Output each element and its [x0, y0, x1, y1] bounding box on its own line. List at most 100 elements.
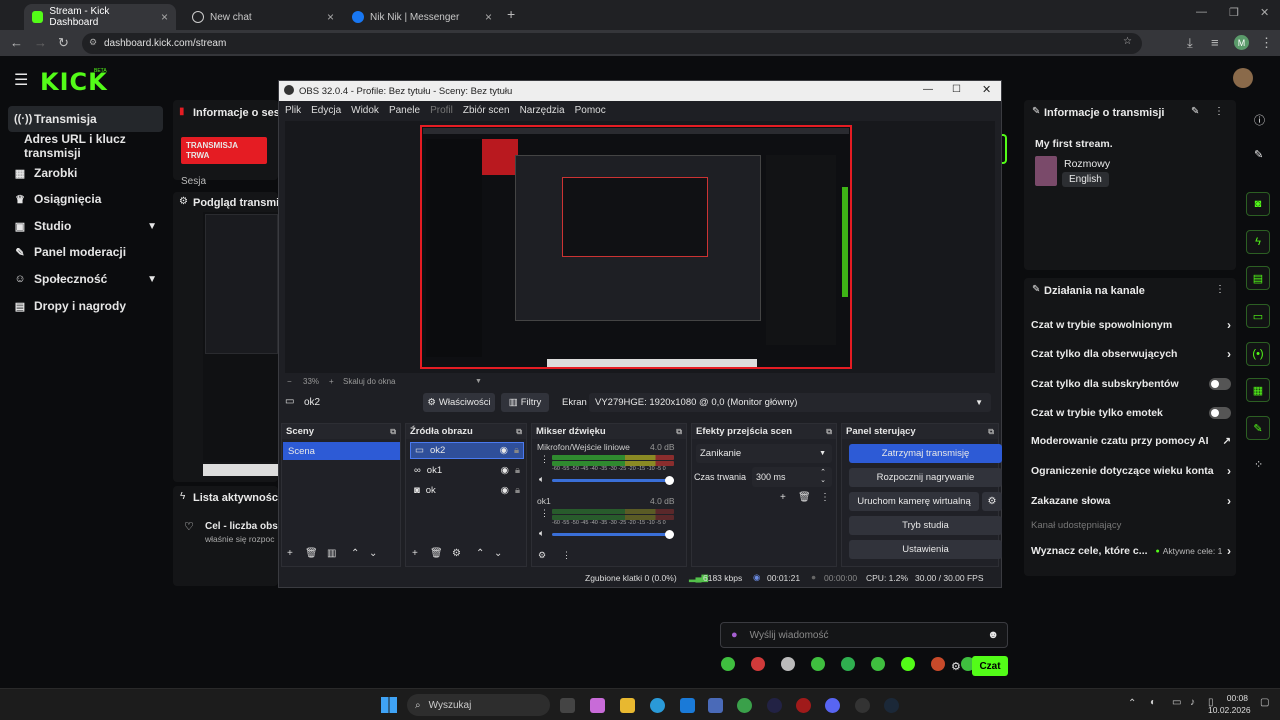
- action-age-restriction[interactable]: Ograniczenie dotyczące wieku konta ›: [1031, 461, 1231, 481]
- trash-icon[interactable]: 🗑: [798, 492, 811, 503]
- minimize-icon[interactable]: —: [923, 84, 933, 95]
- copilot-icon[interactable]: [590, 698, 605, 713]
- popout-icon[interactable]: ⧉: [516, 427, 522, 437]
- action-emote-only[interactable]: Czat w trybie tylko emotek: [1031, 403, 1231, 423]
- add-icon[interactable]: +: [780, 492, 786, 503]
- bookmark-star-icon[interactable]: ☆: [1123, 36, 1132, 47]
- zoom-out-icon[interactable]: −: [287, 377, 292, 386]
- action-subscribers-only[interactable]: Czat tylko dla subskrybentów: [1031, 374, 1231, 394]
- spin-arrows-icon[interactable]: ⌃ ⌄: [820, 469, 826, 485]
- rail-tools-button[interactable]: ✎: [1246, 416, 1270, 440]
- trash-icon[interactable]: 🗑: [305, 548, 318, 559]
- microphone-icon[interactable]: ●: [731, 629, 738, 641]
- reload-icon[interactable]: ↻: [58, 35, 69, 51]
- close-window-icon[interactable]: ✕: [1260, 6, 1269, 19]
- emote-icon[interactable]: [721, 657, 735, 671]
- rail-flash-button[interactable]: ϟ: [1246, 230, 1270, 254]
- advanced-audio-icon[interactable]: ⚙: [538, 550, 546, 561]
- sidebar-item-osiagniecia[interactable]: ♛ Osiągnięcia: [8, 186, 163, 212]
- lock-icon[interactable]: 🔒︎: [514, 445, 519, 456]
- arrow-down-icon[interactable]: ⌄: [369, 548, 377, 559]
- apps-icon[interactable]: ⁘: [1254, 458, 1263, 471]
- chrome-icon[interactable]: [737, 698, 752, 713]
- action-banned-words[interactable]: Zakazane słowa ›: [1031, 491, 1231, 511]
- action-ai-moderation[interactable]: Moderowanie czatu przy pomocy AI ↗: [1031, 431, 1231, 451]
- menu-panele[interactable]: Panele: [389, 105, 420, 116]
- arrow-up-icon[interactable]: ⌃: [351, 548, 359, 559]
- chat-input[interactable]: ● Wyślij wiadomość ☻: [720, 622, 1008, 648]
- studio-mode-button[interactable]: Tryb studia: [849, 516, 1002, 535]
- menu-widok[interactable]: Widok: [351, 105, 379, 116]
- emote-icon[interactable]: [931, 657, 945, 671]
- sidebar-item-spolecznosc[interactable]: ☺ Społeczność ▼: [8, 266, 163, 292]
- rail-camera-button[interactable]: ◙: [1246, 192, 1270, 216]
- transition-select[interactable]: Zanikanie ▼: [696, 444, 832, 463]
- user-avatar[interactable]: [1233, 68, 1253, 88]
- speaker-icon[interactable]: 🔈︎: [539, 474, 544, 485]
- file-explorer-icon[interactable]: [620, 698, 635, 713]
- lock-icon[interactable]: 🔒︎: [515, 485, 520, 496]
- download-icon[interactable]: ⤓: [1187, 35, 1193, 51]
- subscribers-only-toggle[interactable]: [1209, 378, 1231, 390]
- obs-preview-screen[interactable]: [420, 125, 852, 369]
- edit-pencil-icon[interactable]: ✎: [1191, 106, 1199, 117]
- action-slow-mode[interactable]: Czat w trybie spowolnionym ›: [1031, 315, 1231, 335]
- forward-icon[interactable]: →: [34, 35, 47, 50]
- store-icon[interactable]: [680, 698, 695, 713]
- category-label[interactable]: Rozmowy: [1064, 158, 1110, 170]
- discord-icon[interactable]: [825, 698, 840, 713]
- screen-select[interactable]: VY279HGE: 1920x1080 @ 0,0 (Monitor główn…: [589, 393, 991, 412]
- rail-broadcast-button[interactable]: (•): [1246, 342, 1270, 366]
- close-tab-icon[interactable]: ×: [161, 10, 168, 24]
- trash-icon[interactable]: 🗑: [430, 548, 443, 559]
- volume-icon[interactable]: ♪: [1190, 697, 1195, 708]
- site-info-icon[interactable]: ⚙: [89, 37, 97, 48]
- tab-kick-dashboard[interactable]: Stream - Kick Dashboard ×: [24, 4, 176, 30]
- filters-button[interactable]: ▥ Filtry: [501, 393, 549, 412]
- emote-icon[interactable]: [811, 657, 825, 671]
- new-tab-icon[interactable]: +: [507, 6, 515, 22]
- arrow-down-icon[interactable]: ⌄: [494, 548, 502, 559]
- sidebar-item-studio[interactable]: ▣ Studio ▼: [8, 213, 163, 239]
- emote-icon[interactable]: [751, 657, 765, 671]
- maximize-icon[interactable]: ☐: [952, 84, 961, 95]
- obs-preview-area[interactable]: [285, 121, 995, 373]
- source-item[interactable]: ∞ ok1 ◉ 🔒︎: [410, 462, 524, 479]
- lock-icon[interactable]: 🔒︎: [515, 465, 520, 476]
- zoom-in-icon[interactable]: +: [329, 377, 334, 386]
- rail-layout-button[interactable]: ▦: [1246, 378, 1270, 402]
- action-followers-only[interactable]: Czat tylko dla obserwujących ›: [1031, 344, 1231, 364]
- emoji-icon[interactable]: ☻: [987, 629, 999, 641]
- tray-app-icon[interactable]: ◐: [1150, 697, 1156, 708]
- app-icon[interactable]: [796, 698, 811, 713]
- maximize-icon[interactable]: ❐: [1229, 6, 1239, 19]
- rail-chat-button[interactable]: ▭: [1246, 304, 1270, 328]
- clock-date[interactable]: 10.02.2026: [1208, 705, 1251, 715]
- add-icon[interactable]: +: [287, 548, 293, 559]
- obs-icon[interactable]: [855, 698, 870, 713]
- minimize-icon[interactable]: —: [1196, 6, 1207, 18]
- more-dots-icon[interactable]: ⋮: [1214, 106, 1224, 117]
- gear-icon[interactable]: ⚙: [452, 548, 461, 559]
- emote-only-toggle[interactable]: [1209, 407, 1231, 419]
- steam-icon[interactable]: [884, 698, 899, 713]
- sidebar-item-transmisja[interactable]: ((·)) Transmisja: [8, 106, 163, 132]
- eye-icon[interactable]: ◉: [501, 465, 509, 476]
- start-virtual-camera-button[interactable]: Uruchom kamerę wirtualną: [849, 492, 979, 511]
- emote-icon[interactable]: [781, 657, 795, 671]
- source-item[interactable]: ▭ ok2 ◉ 🔒︎: [410, 442, 524, 459]
- back-icon[interactable]: ←: [10, 35, 23, 50]
- popout-icon[interactable]: ⧉: [988, 427, 994, 437]
- sidebar-item-zarobki[interactable]: ▦ Zarobki: [8, 160, 163, 186]
- start-recording-button[interactable]: Rozpocznij nagrywanie: [849, 468, 1002, 487]
- rail-list-button[interactable]: ▤: [1246, 266, 1270, 290]
- pencil-icon[interactable]: ✎: [1254, 148, 1263, 161]
- menu-edycja[interactable]: Edycja: [311, 105, 341, 116]
- menu-pomoc[interactable]: Pomoc: [575, 105, 606, 116]
- tray-chevron-icon[interactable]: ⌃: [1128, 698, 1136, 709]
- more-dots-icon[interactable]: ⋮: [540, 454, 549, 465]
- eye-icon[interactable]: ◉: [500, 445, 508, 456]
- menu-profil[interactable]: Profil: [430, 105, 453, 116]
- emote-icon[interactable]: [841, 657, 855, 671]
- menu-plik[interactable]: Plik: [285, 105, 301, 116]
